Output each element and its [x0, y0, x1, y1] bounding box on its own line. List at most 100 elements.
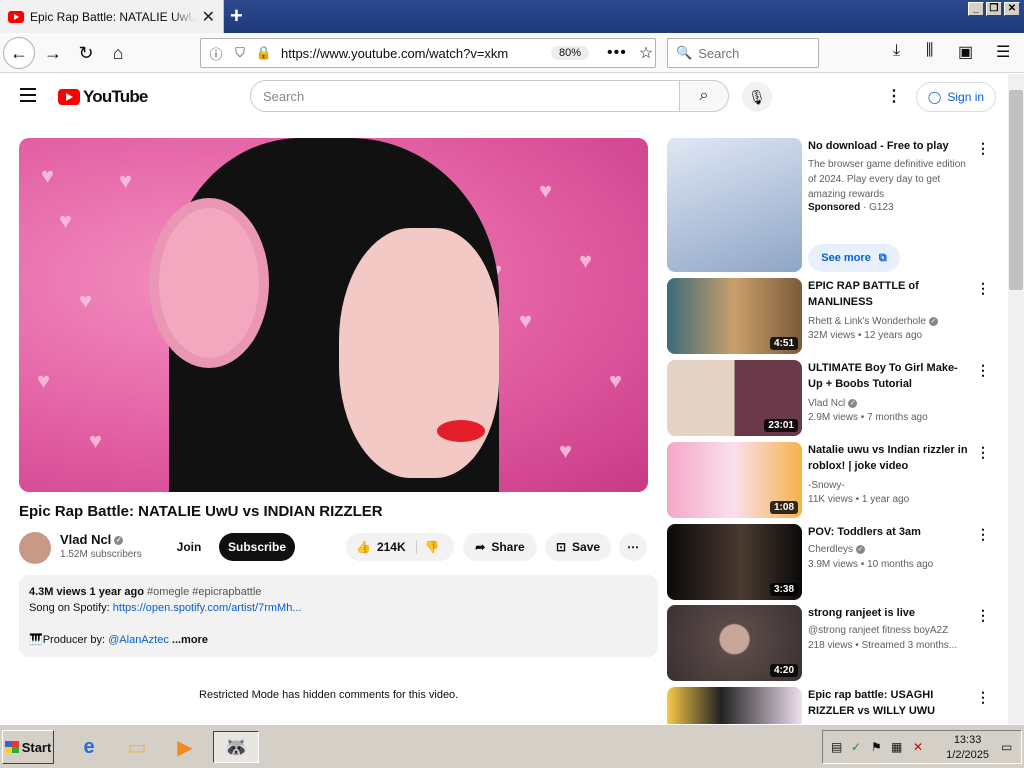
browser-tab[interactable]: Epic Rap Battle: NATALIE UwU vs INDIAN R…: [0, 0, 224, 33]
internet-explorer-icon[interactable]: e: [72, 731, 106, 763]
video-thumbnail[interactable]: 3:38: [667, 524, 802, 600]
rec-title[interactable]: ULTIMATE Boy To Girl Make-Up + Boobs Tut…: [808, 360, 970, 392]
rec-menu-icon[interactable]: ⋮: [976, 362, 990, 379]
more-actions-icon[interactable]: ⋯: [619, 533, 647, 561]
tray-monitor-icon[interactable]: ▭: [1001, 740, 1012, 754]
rec-menu-icon[interactable]: ⋮: [976, 444, 990, 461]
ad-menu-icon[interactable]: ⋮: [976, 140, 990, 157]
ad-card[interactable]: No download - Free to play The browser g…: [667, 138, 1007, 272]
rec-menu-icon[interactable]: ⋮: [976, 280, 990, 297]
scrollbar-thumb[interactable]: [1009, 90, 1023, 290]
subscribe-button[interactable]: Subscribe: [219, 533, 295, 561]
sign-in-label: Sign in: [947, 90, 985, 104]
system-clock[interactable]: 13:33 1/2/2025: [946, 733, 989, 763]
hashtags[interactable]: #omegle #epicrapbattle: [147, 586, 261, 598]
rec-menu-icon[interactable]: ⋮: [976, 689, 990, 706]
rec-channel-name[interactable]: Cherdleys: [808, 544, 853, 555]
spotify-link[interactable]: https://open.spotify.com/artist/7rmMh...: [113, 602, 302, 614]
clock-time: 13:33: [953, 734, 982, 746]
firefox-taskbar-button[interactable]: 🦝: [213, 731, 259, 763]
sidebar-toggle-icon[interactable]: ▣: [958, 42, 973, 62]
producer-link[interactable]: @AlanAztec: [108, 634, 169, 646]
rec-menu-icon[interactable]: ⋮: [976, 607, 990, 624]
home-icon[interactable]: ⌂: [102, 37, 134, 69]
video-thumbnail[interactable]: 4:20: [667, 605, 802, 681]
microphone-icon[interactable]: 🎙: [742, 82, 772, 112]
list-item[interactable]: Epic rap battle: USAGHI RIZZLER vs WILLY…: [667, 687, 1007, 724]
join-button[interactable]: Join: [166, 533, 212, 561]
rec-channel-name[interactable]: @strong ranjeet fitness boyA2Z: [808, 623, 948, 638]
info-icon[interactable]: ⓘ: [207, 44, 225, 63]
close-window-button[interactable]: ✕: [1004, 2, 1020, 16]
new-tab-icon[interactable]: +: [230, 3, 243, 29]
share-button[interactable]: ➦ Share: [463, 533, 537, 561]
browser-search-input[interactable]: 🔍 Search: [667, 38, 819, 68]
tray-network-icon[interactable]: ▦: [891, 740, 902, 754]
video-thumbnail[interactable]: 23:01: [667, 360, 802, 436]
downloads-icon[interactable]: ⤓: [893, 42, 900, 60]
sponsored-label: Sponsored: [808, 202, 861, 213]
minimize-button[interactable]: _: [968, 2, 984, 16]
rec-title[interactable]: POV: Toddlers at 3am: [808, 524, 970, 540]
close-tab-icon[interactable]: ✕: [202, 7, 215, 27]
ad-thumbnail[interactable]: [667, 138, 802, 272]
rec-channel-name[interactable]: Vlad Ncl: [808, 398, 845, 409]
zoom-indicator[interactable]: 80%: [551, 46, 590, 60]
thumbs-down-icon[interactable]: 👎: [415, 540, 440, 554]
rec-channel-name[interactable]: -Snowy-: [808, 478, 845, 493]
back-icon[interactable]: ←: [3, 37, 35, 69]
video-thumbnail[interactable]: [667, 687, 802, 724]
channel-avatar[interactable]: [19, 532, 51, 564]
youtube-search-button[interactable]: ⌕: [679, 80, 729, 112]
rec-channel-name[interactable]: Rhett & Link's Wonderhole: [808, 316, 926, 327]
start-label: Start: [21, 739, 52, 755]
save-button[interactable]: ⊡ Save: [545, 533, 611, 561]
more-link[interactable]: ...more: [172, 634, 208, 646]
channel-name-text[interactable]: Vlad Ncl: [60, 532, 111, 547]
sign-in-button[interactable]: ◯ Sign in: [916, 82, 996, 112]
bookmark-star-icon[interactable]: ☆: [639, 43, 653, 63]
share-icon: ➦: [475, 540, 486, 554]
forward-icon[interactable]: →: [37, 37, 69, 69]
rec-title[interactable]: Natalie uwu vs Indian rizzler in roblox!…: [808, 442, 970, 474]
menu-icon[interactable]: ☰: [996, 42, 1010, 62]
see-more-button[interactable]: See more ⧉: [808, 244, 900, 272]
verified-icon: ✓: [856, 544, 866, 554]
url-bar[interactable]: ⓘ ⛉ 🔒 https://www.youtube.com/watch?v=xk…: [200, 38, 656, 68]
settings-kebab-icon[interactable]: ⋮: [886, 86, 902, 106]
tray-flag-icon[interactable]: ⚑: [871, 740, 882, 754]
page-actions-icon[interactable]: •••: [607, 44, 627, 62]
video-player[interactable]: ♥♥♥ ♥♥♥ ♥♥♥ ♥♥♥: [19, 138, 648, 492]
media-player-icon[interactable]: ▶: [168, 731, 202, 763]
tray-volume-icon[interactable]: ✕: [913, 740, 923, 754]
thumbs-up-icon[interactable]: 👍: [356, 540, 371, 554]
headphone-shape: [149, 198, 269, 368]
youtube-search-input[interactable]: Search: [250, 80, 680, 112]
guide-menu-icon[interactable]: [20, 88, 36, 102]
library-icon[interactable]: ⫼: [926, 42, 933, 60]
ad-title[interactable]: No download - Free to play: [808, 138, 970, 154]
folder-icon[interactable]: ▭: [120, 731, 154, 763]
rec-menu-icon[interactable]: ⋮: [976, 526, 990, 543]
restore-button[interactable]: ❐: [986, 2, 1002, 16]
channel-name[interactable]: Vlad Ncl ✓: [60, 532, 124, 547]
tracking-protection-icon[interactable]: ⛉: [231, 45, 249, 61]
description-box[interactable]: 4.3M views 1 year ago #omegle #epicrapba…: [19, 575, 658, 657]
like-dislike-group: 👍 214K 👎: [346, 533, 454, 561]
like-count[interactable]: 214K: [377, 540, 406, 554]
rec-title[interactable]: strong ranjeet is live: [808, 605, 970, 621]
video-thumbnail[interactable]: 1:08: [667, 442, 802, 518]
page-scrollbar[interactable]: [1008, 74, 1024, 724]
rec-title[interactable]: Epic rap battle: USAGHI RIZZLER vs WILLY…: [808, 687, 970, 719]
start-button[interactable]: Start: [2, 730, 54, 764]
reload-icon[interactable]: ↻: [70, 37, 102, 69]
lock-icon[interactable]: 🔒: [255, 45, 273, 61]
video-thumbnail[interactable]: 4:51: [667, 278, 802, 354]
youtube-logo[interactable]: YouTube: [58, 87, 148, 107]
youtube-logo-text: YouTube: [83, 87, 148, 106]
url-text[interactable]: https://www.youtube.com/watch?v=xkm: [281, 46, 543, 61]
tab-title: Epic Rap Battle: NATALIE UwU vs INDIAN R…: [30, 9, 196, 24]
tray-document-icon[interactable]: ▤: [831, 740, 842, 754]
rec-title[interactable]: EPIC RAP BATTLE of MANLINESS: [808, 278, 970, 310]
tray-shield-icon[interactable]: ✓: [851, 740, 861, 754]
